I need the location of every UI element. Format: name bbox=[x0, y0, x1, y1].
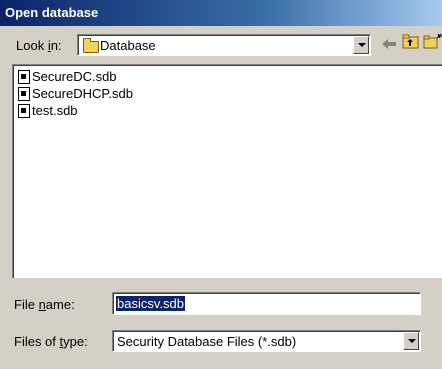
file-type-dropdown-button[interactable] bbox=[403, 332, 419, 350]
file-type-label-suffix: ype: bbox=[63, 334, 88, 349]
file-name-value: basicsv.sdb bbox=[116, 296, 185, 311]
file-icon bbox=[18, 70, 30, 84]
up-folder-icon[interactable] bbox=[400, 33, 422, 55]
file-name-label-prefix: File bbox=[14, 297, 39, 312]
file-type-label: Files of type: bbox=[14, 334, 88, 349]
folder-icon bbox=[83, 38, 99, 53]
open-database-dialog: Open database Look in: Database SecureDC… bbox=[0, 0, 442, 369]
file-icon bbox=[18, 87, 30, 101]
file-icon bbox=[18, 104, 30, 118]
look-in-combobox[interactable]: Database bbox=[77, 34, 371, 56]
file-name-label-hotkey: n bbox=[38, 297, 46, 312]
window-title: Open database bbox=[5, 5, 99, 20]
look-in-label-prefix: Look bbox=[16, 38, 48, 53]
file-list[interactable]: SecureDC.sdb SecureDHCP.sdb test.sdb bbox=[12, 64, 442, 278]
file-type-label-prefix: Files of bbox=[14, 334, 60, 349]
look-in-label-suffix: n: bbox=[50, 38, 62, 53]
file-name: SecureDC.sdb bbox=[32, 69, 117, 84]
look-in-label: Look in: bbox=[16, 38, 62, 53]
file-name-label-suffix: ame: bbox=[45, 297, 75, 312]
title-bar[interactable]: Open database bbox=[0, 0, 442, 26]
new-folder-icon[interactable] bbox=[422, 33, 442, 55]
file-name-label: File name: bbox=[14, 297, 75, 312]
file-name-input[interactable]: basicsv.sdb bbox=[112, 292, 421, 315]
look-in-value: Database bbox=[100, 38, 156, 53]
look-in-dropdown-button[interactable] bbox=[353, 36, 369, 54]
file-type-combobox[interactable]: Security Database Files (*.sdb) bbox=[112, 330, 421, 352]
file-name: test.sdb bbox=[32, 103, 78, 118]
back-arrow-icon[interactable] bbox=[378, 33, 400, 55]
file-type-value: Security Database Files (*.sdb) bbox=[117, 334, 297, 349]
file-name: SecureDHCP.sdb bbox=[32, 86, 133, 101]
